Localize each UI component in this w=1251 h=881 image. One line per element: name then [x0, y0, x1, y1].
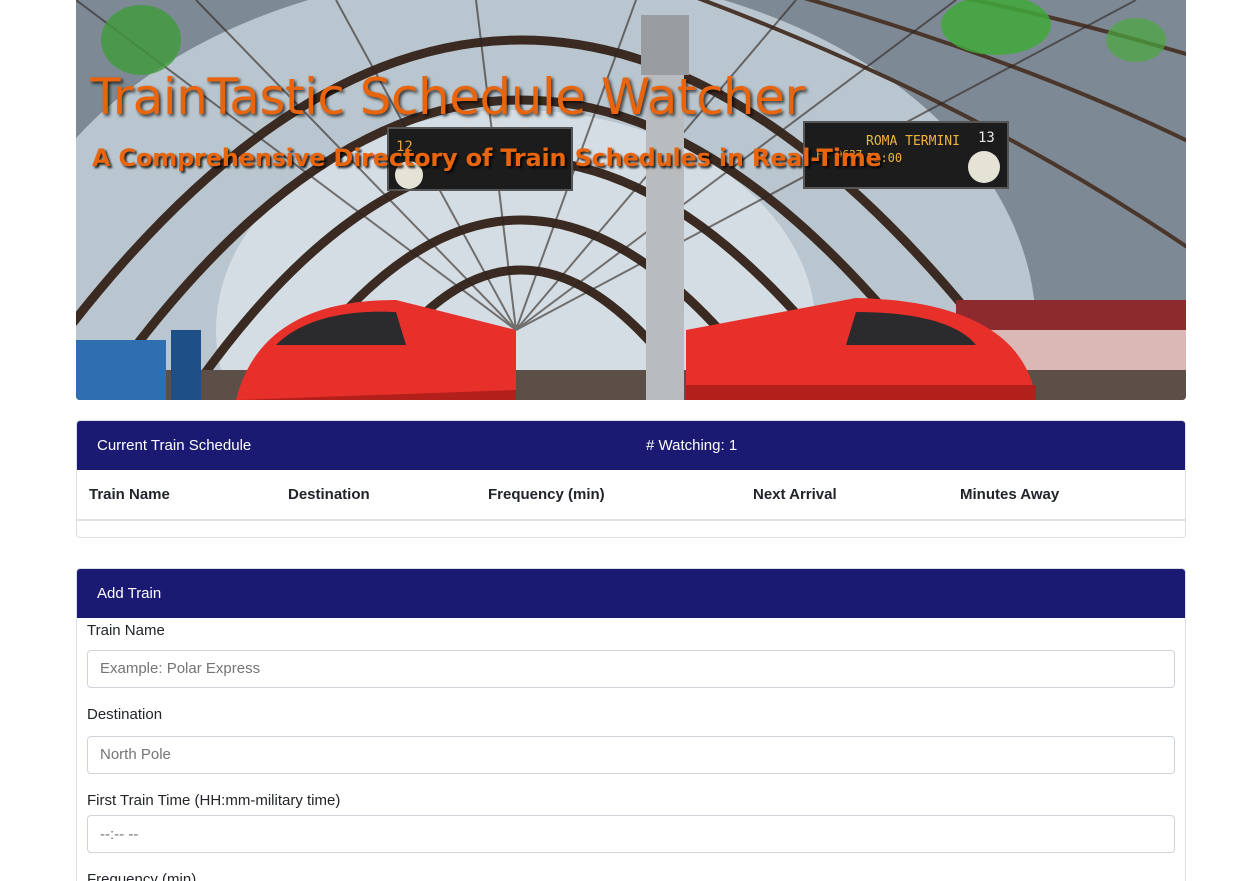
first-train-time-input[interactable]: --:-- -- [87, 815, 1175, 853]
board-right-platform: 13 [978, 130, 995, 146]
train-name-input[interactable] [87, 650, 1175, 688]
schedule-table: Train Name Destination Frequency (min) N… [77, 470, 1185, 521]
table-header-row: Train Name Destination Frequency (min) N… [77, 470, 1185, 521]
schedule-header-title: Current Train Schedule [97, 437, 252, 454]
column-header-frequency: Frequency (min) [476, 470, 741, 521]
column-header-destination: Destination [276, 470, 476, 521]
watching-count: # Watching: 1 [646, 437, 738, 454]
add-train-header-title: Add Train [97, 585, 162, 602]
page-title: TrainTastic Schedule Watcher [90, 68, 805, 126]
column-header-minutes-away: Minutes Away [948, 470, 1185, 521]
column-header-next-arrival: Next Arrival [741, 470, 948, 521]
schedule-card-header: Current Train Schedule # Watching: 1 [77, 421, 1185, 470]
column-header-train-name: Train Name [77, 470, 276, 521]
schedule-card: Current Train Schedule # Watching: 1 Tra… [76, 420, 1186, 538]
add-train-card: Add Train Train Name Destination First T… [76, 568, 1186, 881]
train-name-label: Train Name [87, 622, 165, 639]
destination-input[interactable] [87, 736, 1175, 774]
train-station-image: 12 13 ROMA TERMINI FR 9627 12:00 [76, 0, 1186, 400]
page-subtitle: A Comprehensive Directory of Train Sched… [92, 144, 882, 172]
hero-banner: 12 13 ROMA TERMINI FR 9627 12:00 TrainTa… [76, 0, 1186, 400]
first-train-time-label: First Train Time (HH:mm-military time) [87, 792, 341, 809]
add-train-card-header: Add Train [77, 569, 1185, 618]
frequency-label: Frequency (min) [87, 871, 197, 881]
destination-label: Destination [87, 706, 163, 723]
add-train-form: Train Name Destination First Train Time … [77, 621, 1185, 881]
